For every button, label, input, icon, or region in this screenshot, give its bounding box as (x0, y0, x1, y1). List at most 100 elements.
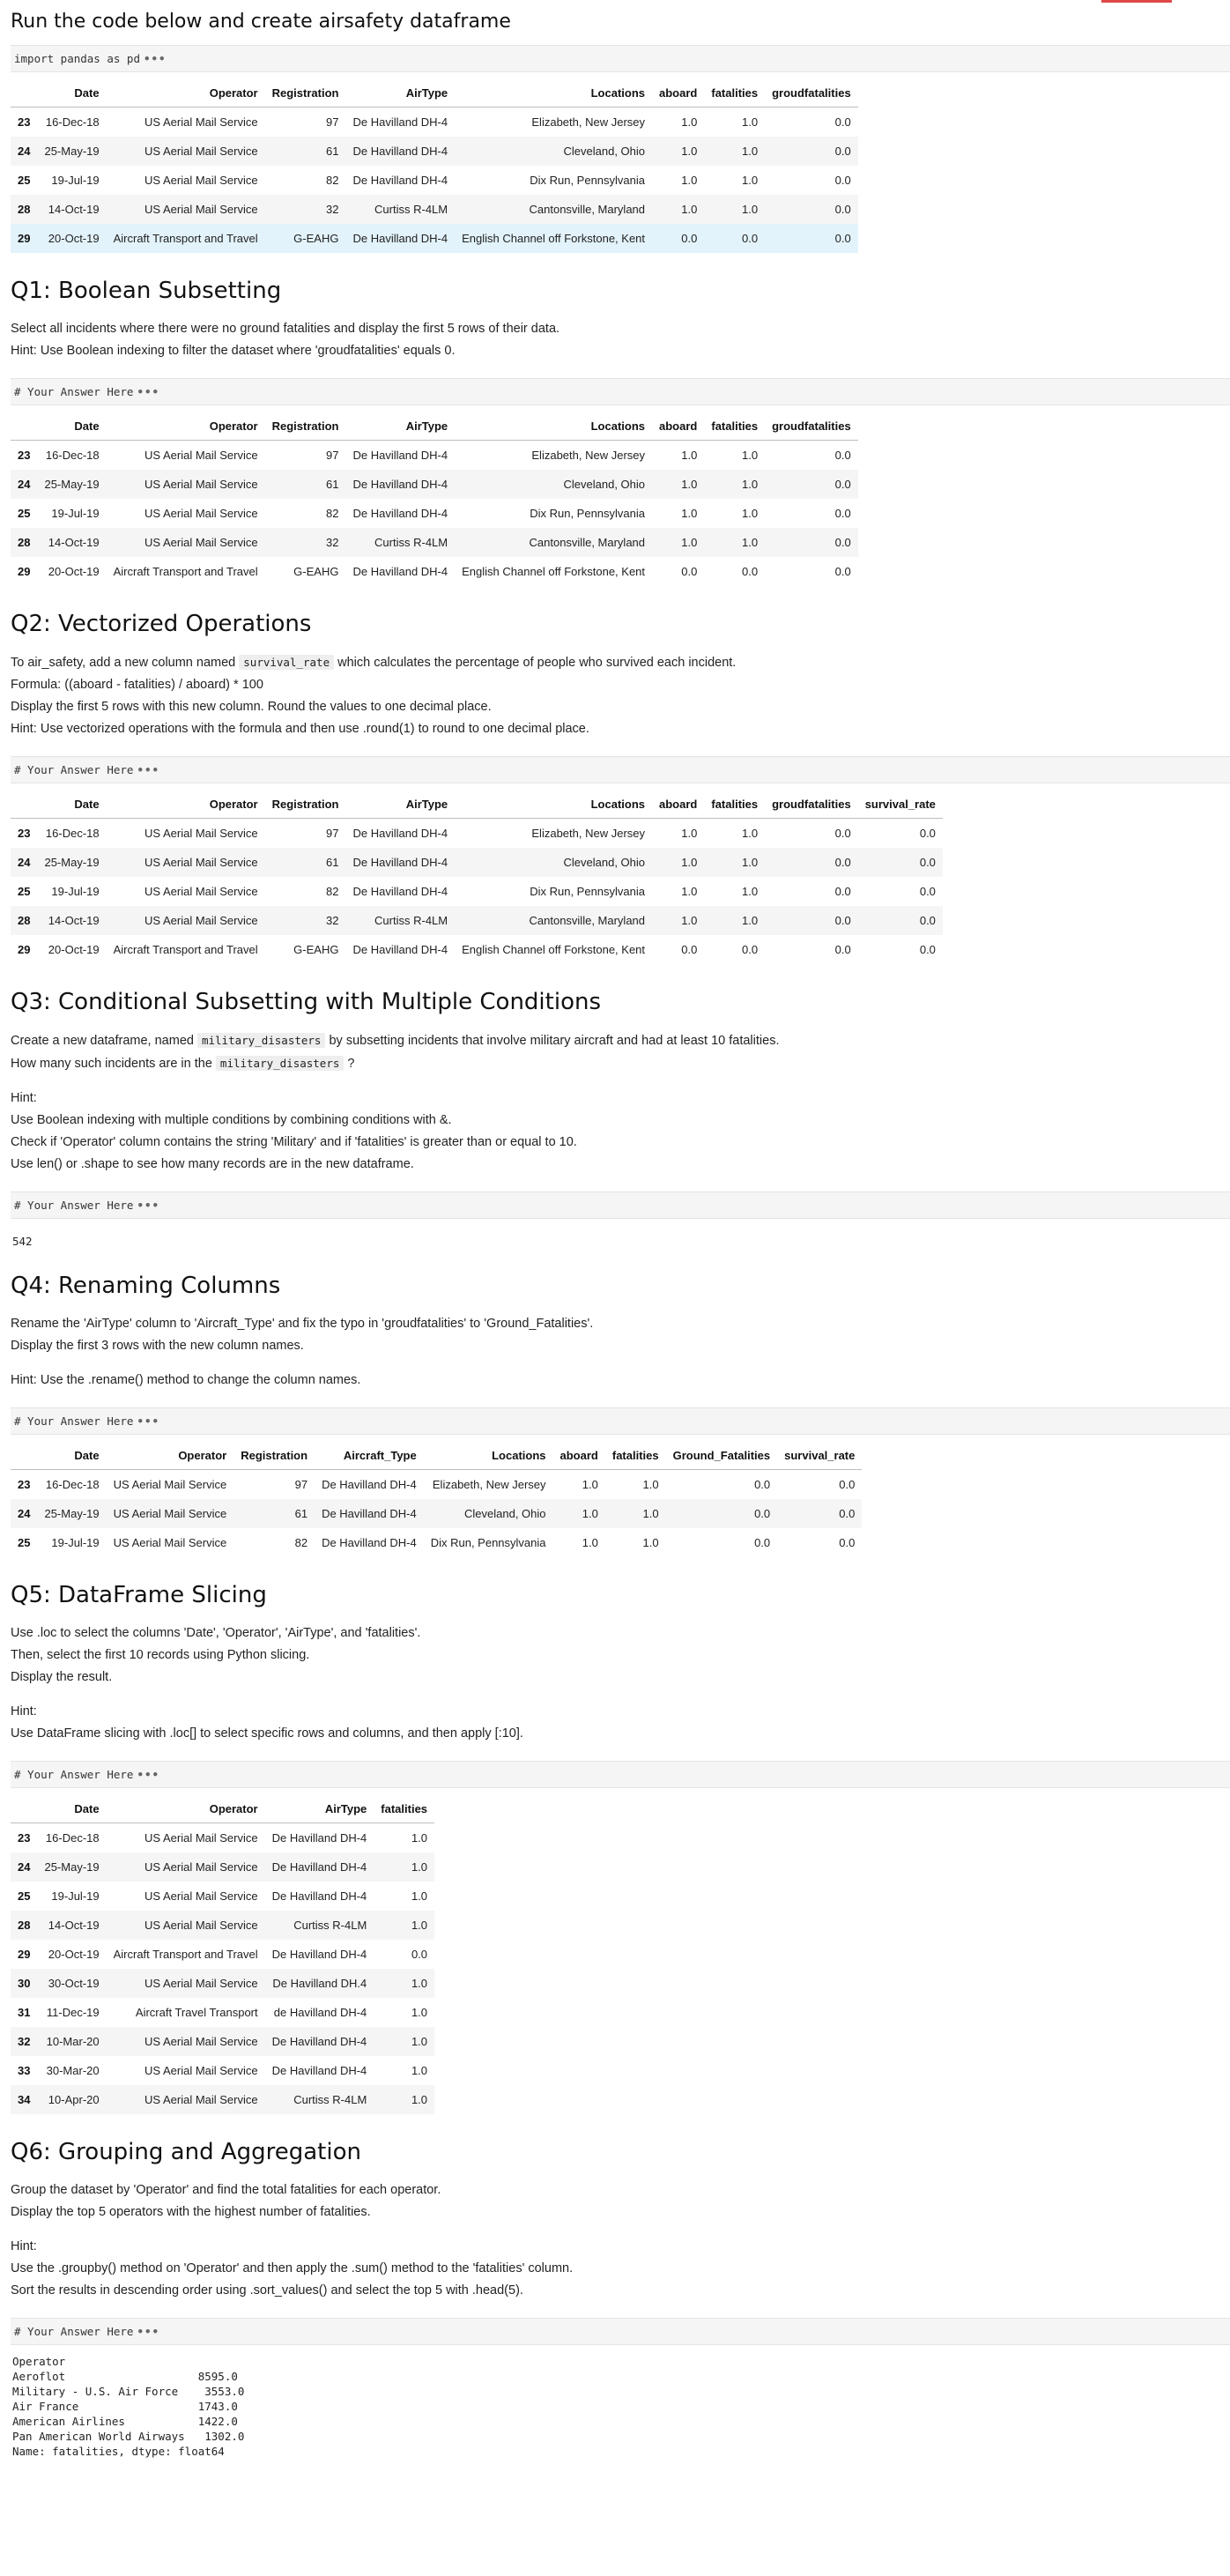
column-header (11, 1795, 38, 1823)
table-cell: Cantonsville, Maryland (455, 195, 653, 224)
column-header: aboard (652, 79, 705, 108)
dataframe-table: Date Operator Registration AirType Locations… (11, 791, 943, 964)
column-header: survival_rate (777, 1442, 863, 1470)
table-cell: De Havilland DH-4 (345, 470, 456, 499)
row-index: 25 (18, 885, 31, 898)
table-cell: US Aerial Mail Service (144, 174, 258, 187)
column-header: AirType (345, 412, 456, 441)
code-cell-q4[interactable]: # Your Answer Here ••• (11, 1407, 1230, 1435)
table-cell: 16-Dec-18 (45, 1478, 100, 1491)
code-cell-q6[interactable]: # Your Answer Here ••• (11, 2318, 1230, 2345)
table-cell: 1.0 (704, 848, 766, 877)
code-cell-q5[interactable]: # Your Answer Here ••• (11, 1761, 1230, 1788)
table-header-row: Date Operator Registration AirType Locations… (11, 79, 858, 108)
column-header: Date (37, 412, 107, 441)
column-header: Operator (106, 412, 265, 441)
table-cell: 1.0 (704, 470, 766, 499)
table-cell: 0.0 (742, 943, 759, 956)
table-cell: US Aerial Mail Service (106, 906, 265, 935)
table-cell: 20-Oct-19 (48, 565, 100, 578)
column-header: fatalities (374, 1795, 435, 1823)
column-header: AirType (345, 79, 456, 108)
row-index: 28 (11, 528, 38, 557)
table-cell: 0.0 (411, 1948, 428, 1961)
column-header: AirType (345, 791, 456, 819)
table-row: 31 11-Dec-19 Aircraft Travel Transport de H… (11, 1998, 434, 2027)
table-cell: 97 (294, 1478, 308, 1491)
table-header-row: Date Operator Registration AirType Locations… (11, 791, 943, 819)
table-cell: 25-May-19 (37, 1499, 107, 1528)
table-cell: 61 (264, 470, 346, 499)
q3-hint-label: Hint: (11, 1091, 37, 1105)
column-header: Date (37, 1442, 107, 1470)
table-header-row: Date Operator AirType fatalities (11, 1795, 435, 1823)
table-cell: 32 (264, 528, 346, 557)
table-cell: 0.0 (754, 1478, 771, 1491)
q3-instruction: Create a new dataframe, named military_d… (11, 1033, 780, 1048)
code-cell-q1[interactable]: # Your Answer Here ••• (11, 378, 1230, 405)
column-header: groudfatalities (765, 791, 858, 819)
column-header (11, 791, 38, 819)
code-cell-setup[interactable]: import pandas as pd ••• (11, 45, 1230, 72)
table-cell: Aircraft Travel Transport (135, 2006, 258, 2019)
table-cell: 61 (233, 1499, 315, 1528)
table-cell: 97 (326, 449, 339, 462)
table-cell: 0.0 (834, 565, 851, 578)
collapsed-code-icon[interactable]: ••• (137, 1414, 159, 1428)
column-header: Ground_Fatalities (665, 1442, 778, 1470)
table-cell: 0.0 (765, 224, 858, 253)
table-cell: De Havilland DH-4 (345, 224, 456, 253)
column-header: Locations (455, 791, 653, 819)
table-cell: English Channel off Forkstone, Kent (455, 224, 653, 253)
table-cell: 0.0 (681, 943, 698, 956)
collapsed-code-icon[interactable]: ••• (137, 763, 159, 776)
code-text: # Your Answer Here (14, 385, 134, 398)
row-index: 24 (11, 848, 38, 877)
table-cell: Elizabeth, New Jersey (432, 1478, 546, 1491)
table-cell: 0.0 (765, 137, 858, 166)
table-cell: 0.0 (919, 943, 936, 956)
dataframe-output: Date Operator Registration AirType Locations… (11, 79, 1219, 253)
collapsed-code-icon[interactable]: ••• (137, 2325, 159, 2338)
table-cell: G-EAHG (293, 943, 339, 956)
row-index: 25 (18, 174, 31, 187)
row-index: 33 (18, 2064, 31, 2077)
collapsed-code-icon[interactable]: ••• (137, 385, 159, 398)
table-cell: 1.0 (374, 2085, 435, 2114)
table-cell: De Havilland DH-4 (315, 1499, 424, 1528)
table-cell: 1.0 (374, 2027, 435, 2056)
table-cell: 1.0 (681, 174, 698, 187)
table-cell: US Aerial Mail Service (144, 1889, 258, 1903)
table-cell: 1.0 (582, 1478, 598, 1491)
row-index: 23 (18, 1831, 31, 1845)
table-row: 30 30-Oct-19 US Aerial Mail Service De Havi… (11, 1969, 435, 1998)
code-cell-q3[interactable]: # Your Answer Here ••• (11, 1191, 1230, 1219)
q6-title: Q6: Grouping and Aggregation (11, 2139, 361, 2165)
table-cell: Elizabeth, New Jersey (531, 827, 646, 840)
table-cell: Curtiss R-4LM (264, 2085, 374, 2114)
table-cell: de Havilland DH-4 (273, 2006, 367, 2019)
column-header: Locations (455, 412, 653, 441)
code-cell-q2[interactable]: # Your Answer Here ••• (11, 756, 1230, 783)
q3-hint-1: Use Boolean indexing with multiple condi… (11, 1113, 452, 1127)
table-cell: 20-Oct-19 (37, 224, 107, 253)
q4-hint: Hint: Use the .rename() method to change… (11, 1373, 361, 1387)
table-cell: Aircraft Transport and Travel (113, 943, 258, 956)
table-cell: 19-Jul-19 (51, 885, 100, 898)
collapsed-code-icon[interactable]: ••• (144, 52, 167, 65)
table-cell: Aircraft Transport and Travel (113, 565, 258, 578)
dataframe-output: Date Operator AirType fatalities 23 16-Dec-18… (11, 1795, 1219, 2114)
column-header: groudfatalities (765, 412, 858, 441)
collapsed-code-icon[interactable]: ••• (137, 1768, 159, 1781)
table-cell: 20-Oct-19 (48, 943, 100, 956)
table-cell: US Aerial Mail Service (106, 1852, 265, 1882)
collapsed-code-icon[interactable]: ••• (137, 1199, 159, 1212)
table-cell: 0.0 (834, 115, 851, 129)
table-cell: 1.0 (742, 507, 759, 520)
table-row: 28 14-Oct-19 US Aerial Mail Service 32 Curti… (11, 906, 943, 935)
inline-code: survival_rate (239, 655, 335, 670)
column-header: fatalities (704, 79, 766, 108)
q3-hint-3: Use len() or .shape to see how many reco… (11, 1157, 414, 1171)
table-cell: 16-Dec-18 (45, 115, 100, 129)
table-cell: US Aerial Mail Service (144, 827, 258, 840)
